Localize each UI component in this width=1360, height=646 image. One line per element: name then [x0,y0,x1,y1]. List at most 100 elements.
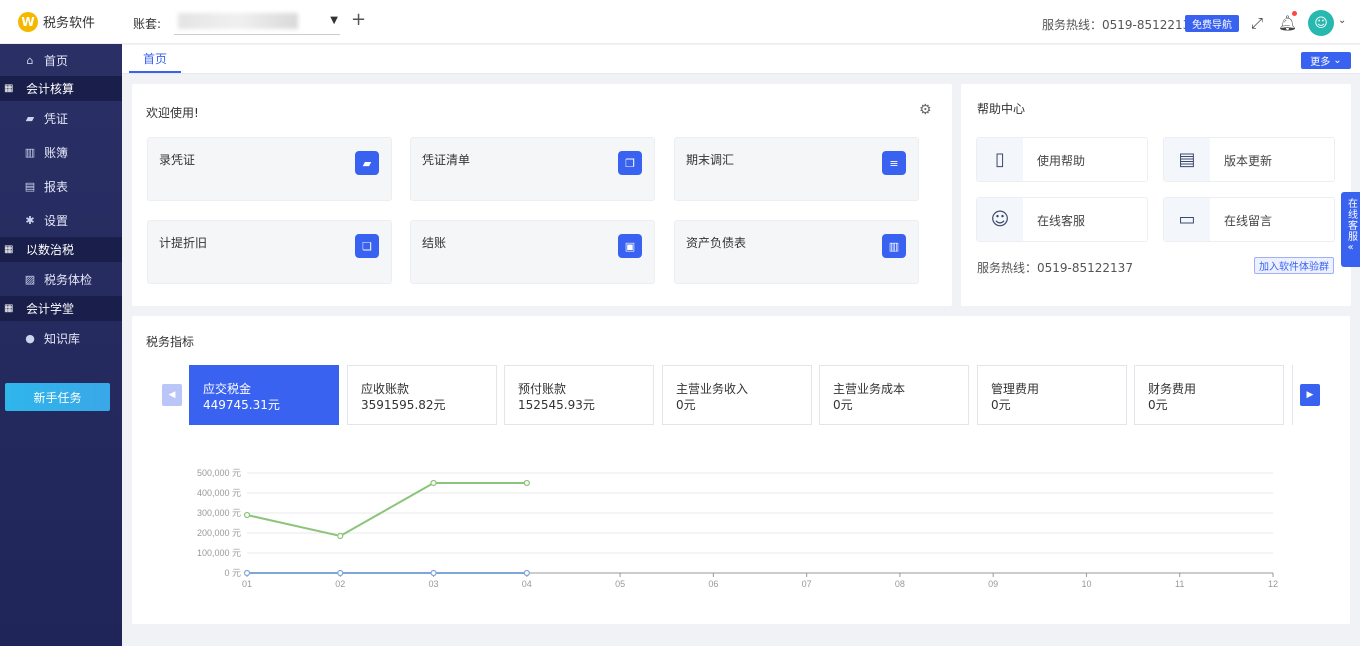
y-tick-label: 0 元 [224,568,241,578]
account-select[interactable]: ▼ [174,10,340,35]
top-bar: 账套: ▼ + 服务热线：0519-85122137 免费导航 ⤢ 🔔︎ ☺ ⌄ [122,0,1360,44]
tile-period-exchange[interactable]: 期末调汇 ≡ [674,137,919,201]
chevron-down-icon[interactable]: ⌄ [1338,15,1346,26]
add-account-icon[interactable]: + [351,11,366,29]
metric-value: 3591595.82元 [361,398,446,412]
y-tick-label: 400,000 元 [197,488,241,498]
sidebar-item-label: 首页 [44,53,69,68]
sidebar-item-label: 凭证 [44,111,69,126]
database-icon: ≡ [882,151,906,175]
sidebar-item-voucher[interactable]: ▰ 凭证 [0,101,122,135]
sidebar-item-home[interactable]: ⌂ 首页 [0,44,122,76]
metric-card[interactable]: 主营业务成本 0元 [819,365,969,425]
chevron-down-icon: ⌄ [1333,55,1342,66]
pin-icon: ● [25,331,35,345]
x-tick-label: 11 [1175,579,1184,589]
y-tick-label: 500,000 元 [197,468,241,478]
online-service-float[interactable]: 在线客服 « [1341,192,1360,267]
help-label: 使用帮助 [1037,154,1086,168]
sidebar-group-tax[interactable]: ▦ 以数治税 [0,237,122,262]
tile-label: 期末调汇 [686,153,735,167]
new-task-button[interactable]: 新手任务 [5,383,110,411]
data-point [243,511,251,519]
metric-card[interactable]: 财务费用 0元 [1134,365,1284,425]
metric-value: 0元 [991,398,1011,412]
data-point [523,479,530,487]
metric-card[interactable]: 应交税金 449745.31元 [189,365,339,425]
help-online-message[interactable]: ▭ 在线留言 [1163,197,1335,242]
metric-card[interactable]: 主营业务收入 0元 [662,365,812,425]
fullscreen-icon[interactable]: ⤢ [1251,14,1263,32]
tile-label: 凭证清单 [422,153,471,167]
tile-voucher-list[interactable]: 凭证清单 ❐ [410,137,655,201]
app-name: 税务软件 [43,16,96,31]
series-line [246,482,527,538]
app-logo[interactable]: W 税务软件 [0,0,122,44]
tax-line-chart: 0 元 100,000 元 200,000 元 300,000 元 400,000 元 5… [197,468,1278,589]
tile-checkout[interactable]: 结账 ▣ [410,220,655,284]
metric-label: 应收账款 [361,382,410,396]
sidebar-group-label: 会计学堂 [26,302,75,316]
tile-depreciation[interactable]: 计提折旧 ❏ [147,220,392,284]
stack-icon: ❏ [355,234,379,258]
prev-arrow-button[interactable]: ◀ [162,384,182,406]
copy-icon: ❐ [618,151,642,175]
bell-icon[interactable]: 🔔︎ [1278,14,1297,32]
notification-dot [1292,11,1297,16]
chart-icon: ▨ [24,272,36,286]
bar-chart-icon: ▥ [882,234,906,258]
report-icon: ▤ [24,179,36,193]
metric-value: 152545.93元 [518,398,595,412]
free-nav-button[interactable]: 免费导航 [1185,15,1239,32]
gear-icon[interactable]: ⚙ [919,102,932,118]
grid-icon: ▦ [4,83,14,94]
help-label: 在线留言 [1224,214,1273,228]
account-label: 账套: [133,17,162,31]
metric-label: 预付账款 [518,382,567,396]
help-online-service[interactable]: ☺ 在线客服 [976,197,1148,242]
tax-title: 税务指标 [146,335,195,349]
sidebar-item-ledger[interactable]: ▥ 账簿 [0,135,122,169]
y-tick-label: 200,000 元 [197,528,241,538]
tile-record-voucher[interactable]: 录凭证 ▰ [147,137,392,201]
tile-balance-sheet[interactable]: 资产负债表 ▥ [674,220,919,284]
sidebar-item-tax-checkup[interactable]: ▨ 税务体检 [0,262,122,296]
metric-value: 0元 [1148,398,1168,412]
avatar[interactable]: ☺ [1308,10,1334,36]
sidebar-group-academy[interactable]: ▦ 会计学堂 [0,296,122,321]
voucher-icon: ▰ [355,151,379,175]
data-point [430,569,437,577]
metric-card[interactable]: 应收账款 3591595.82元 [347,365,497,425]
caret-down-icon: ▼ [330,15,338,26]
data-point [243,569,251,577]
metric-label: 财务费用 [1148,382,1197,396]
more-button[interactable]: 更多 ⌄ [1301,52,1351,69]
join-group-button[interactable]: 加入软件体验群 [1254,257,1334,274]
metric-label: 管理费用 [991,382,1040,396]
books-icon: ▥ [24,145,36,159]
sidebar-item-settings[interactable]: ✱ 设置 [0,203,122,237]
sidebar-group-accounting[interactable]: ▦ 会计核算 [0,76,122,101]
tab-bar: 首页 更多 ⌄ [122,45,1360,74]
account-value-redacted [178,13,298,29]
metric-label: 应交税金 [203,382,252,396]
ticket-icon: ▰ [25,111,35,125]
tile-label: 资产负债表 [686,236,747,250]
next-arrow-button[interactable]: ▶ [1300,384,1320,406]
doc-update-icon: ▤ [1164,138,1210,181]
y-tick-label: 300,000 元 [197,508,241,518]
metric-card[interactable]: 管理费用 0元 [977,365,1127,425]
metric-value: 449745.31元 [203,398,280,412]
sidebar-item-label: 税务体检 [44,272,93,287]
sidebar-item-knowledge[interactable]: ● 知识库 [0,321,122,355]
metric-card[interactable]: 预付账款 152545.93元 [504,365,654,425]
tab-home[interactable]: 首页 [129,45,181,73]
welcome-title: 欢迎使用! [146,106,199,120]
sidebar-item-label: 设置 [44,213,69,228]
data-point [337,532,344,540]
help-version-update[interactable]: ▤ 版本更新 [1163,137,1335,182]
message-icon: ▭ [1164,198,1210,241]
sidebar-item-reports[interactable]: ▤ 报表 [0,169,122,203]
help-usage[interactable]: ▯ 使用帮助 [976,137,1148,182]
checkout-icon: ▣ [618,234,642,258]
